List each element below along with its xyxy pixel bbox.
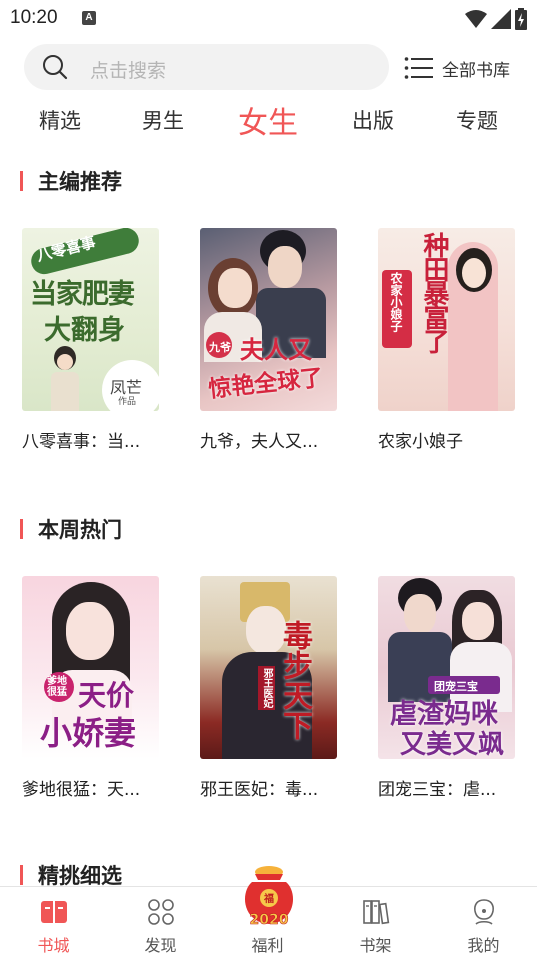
cover-text: 农家小娘子 [389,272,403,332]
cover-woman-face [462,258,486,288]
section-title: 主编推荐 [38,170,122,194]
discover-icon [147,899,174,925]
tab-male[interactable]: 男生 [123,96,203,144]
section-title: 本周热门 [38,518,122,542]
book-title: 团宠三宝：虐... [378,780,497,800]
status-icons [465,8,527,30]
cover-text: 毒步天下 [277,620,312,740]
book-card[interactable]: 八零喜事 当家肥妻 大翻身 凤芒 作品 八零喜事：当... [22,228,159,452]
nav-label: 福利 [251,936,284,955]
book-cover: 种田暴富了 农家小娘子 [378,228,515,411]
cover-text: 惊艳全球了 [207,364,325,403]
book-city-icon [40,901,67,923]
all-library-label: 全部书库 [442,60,510,81]
search-icon [43,55,68,80]
tab-female[interactable]: 女生 [220,96,316,144]
status-time: 10:20 [10,7,58,28]
svg-text:福: 福 [263,892,274,905]
cover-girl-illustration [46,346,84,411]
cover-text: 小娇妻 [40,714,137,752]
book-card[interactable]: 爹地很猛 天价 小娇妻 爹地很猛：天... [22,576,159,800]
tab-topics[interactable]: 专题 [437,96,517,144]
nav-label: 书城 [37,936,70,955]
bookshelf-icon [362,900,389,925]
section-header-editor-picks: 主编推荐 [20,166,122,196]
search-row: 点击搜索 全部书库 [0,44,537,92]
list-menu-icon [404,57,433,79]
search-placeholder: 点击搜索 [90,60,167,82]
cover-text: 当家肥妻 [30,279,135,310]
section-accent-bar [20,519,23,539]
book-title: 邪王医妃：毒... [200,780,319,800]
cover-woman-face [66,602,114,660]
cover-woman-face [218,268,252,308]
book-cover: 八零喜事 当家肥妻 大翻身 凤芒 作品 [22,228,159,411]
book-card[interactable]: 九爷 夫人又 惊艳全球了 九爷，夫人又... [200,228,337,452]
welfare-badge-text: 2020 [250,912,289,928]
nav-item-bookshelf[interactable]: 书架 [322,887,429,956]
status-bar: 10:20 A [0,0,537,36]
all-library-button[interactable]: 全部书库 [404,52,510,84]
book-cover: 九爷 夫人又 惊艳全球了 [200,228,337,411]
nav-item-discover[interactable]: 发现 [107,887,214,956]
book-title: 九爷，夫人又... [200,432,319,452]
nav-label: 书架 [359,936,392,955]
nav-item-book-city[interactable]: 书城 [0,887,107,956]
book-title: 农家小娘子 [378,432,463,452]
cover-text: 又美又飒 [400,730,505,759]
section-accent-bar [20,171,23,191]
book-card[interactable]: 毒步天下 邪王医妃 邪王医妃：毒... [200,576,337,800]
profile-icon [473,899,494,925]
tab-publishing[interactable]: 出版 [333,96,413,144]
section-header-weekly-hot: 本周热门 [20,514,122,544]
cover-woman-face [462,602,494,640]
cover-man-face [268,246,302,288]
cover-author-note: 作品 [118,397,137,407]
battery-icon [515,8,527,30]
nav-label: 发现 [144,936,177,955]
book-title: 爹地很猛：天... [22,780,141,800]
category-tabs: 精选 男生 女生 出版 专题 [0,96,537,144]
signal-icon [491,9,511,29]
wifi-icon [465,10,487,28]
welfare-icon[interactable]: 福 2020 [240,864,298,930]
nav-item-profile[interactable]: 我的 [430,887,537,956]
book-title: 八零喜事：当... [22,432,141,452]
section-accent-bar [20,865,23,885]
book-cover: 团宠三宝 虐渣妈咪 又美又飒 [378,576,515,759]
tab-featured[interactable]: 精选 [20,96,100,144]
book-cover: 毒步天下 邪王医妃 [200,576,337,759]
cover-text: 邪王医妃 [258,666,275,710]
book-card[interactable]: 种田暴富了 农家小娘子 农家小娘子 [378,228,515,452]
cover-text: 爹地很猛 [47,676,67,698]
cover-text: 种田暴富了 [419,232,449,352]
book-cover: 爹地很猛 天价 小娇妻 [22,576,159,759]
notification-icon: A [82,11,96,25]
cover-man-face [404,594,436,634]
nav-label: 我的 [467,936,500,955]
cover-text: 大翻身 [44,315,125,346]
book-card[interactable]: 团宠三宝 虐渣妈咪 又美又飒 团宠三宝：虐... [378,576,515,800]
search-box[interactable]: 点击搜索 [24,44,389,90]
cover-text: 九爷 [209,341,231,354]
